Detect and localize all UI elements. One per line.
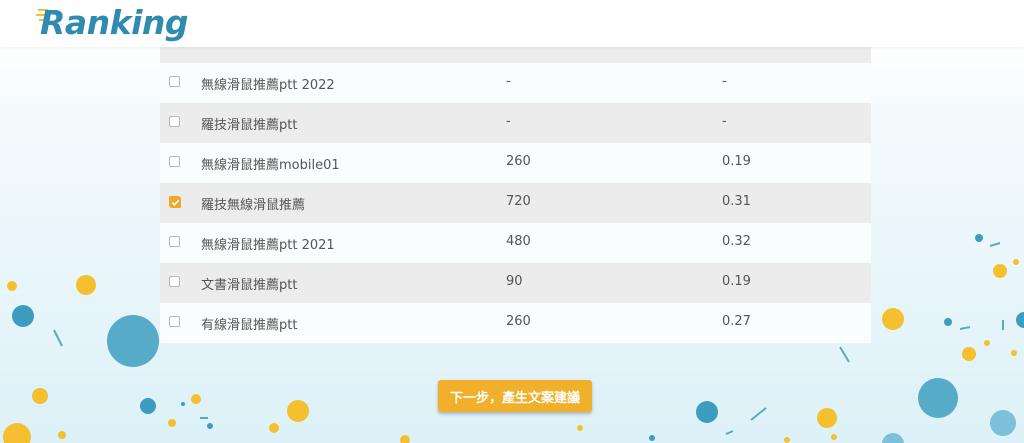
- search-volume-cell: 720: [506, 194, 531, 209]
- keyword-cell: 羅技無線滑鼠推薦: [201, 198, 306, 213]
- row-checkbox[interactable]: [169, 156, 180, 167]
- row-checkbox-checked[interactable]: [169, 196, 181, 208]
- logo-text: Ranking: [40, 3, 189, 42]
- search-volume-cell: 260: [506, 314, 531, 329]
- table-row[interactable]: 無線滑鼠推薦ptt 2022 - -: [160, 63, 871, 103]
- keyword-cell: 有線滑鼠推薦ptt: [201, 318, 298, 333]
- table-row[interactable]: 羅技滑鼠推薦ptt - -: [160, 103, 871, 143]
- keyword-cell: 無線滑鼠推薦ptt 2022: [201, 78, 335, 93]
- search-volume-cell: 90: [506, 274, 523, 289]
- row-checkbox[interactable]: [169, 276, 180, 287]
- cpc-cell: -: [722, 114, 727, 129]
- cpc-cell: 0.32: [722, 234, 751, 249]
- keyword-cell: 無線滑鼠推薦mobile01: [201, 158, 340, 173]
- table-row[interactable]: 羅技無線滑鼠推薦 720 0.31: [160, 183, 871, 223]
- keyword-cell: 無線滑鼠推薦ptt 2021: [201, 238, 335, 253]
- next-generate-copy-button[interactable]: 下一步，產生文案建議: [438, 380, 592, 412]
- search-volume-cell: -: [506, 74, 511, 89]
- table-row[interactable]: 無線滑鼠推薦mobile01 260 0.19: [160, 143, 871, 183]
- search-volume-cell: 480: [506, 234, 531, 249]
- table-row[interactable]: 文書滑鼠推薦ptt 90 0.19: [160, 263, 871, 303]
- cpc-cell: 0.19: [722, 274, 751, 289]
- checkmark-icon: [170, 197, 181, 208]
- cpc-cell: 0.31: [722, 194, 751, 209]
- table-row[interactable]: 無線滑鼠推薦ptt 2021 480 0.32: [160, 223, 871, 263]
- cpc-cell: 0.27: [722, 314, 751, 329]
- top-navigation-bar: Ranking: [0, 0, 1024, 47]
- row-checkbox[interactable]: [169, 236, 180, 247]
- row-checkbox[interactable]: [169, 76, 180, 87]
- keyword-cell: 文書滑鼠推薦ptt: [201, 278, 298, 293]
- cpc-cell: 0.19: [722, 154, 751, 169]
- keyword-table: 無線滑鼠推薦ptt 2022 - - 羅技滑鼠推薦ptt - - 無線滑鼠推薦m…: [160, 47, 871, 343]
- table-row-partial: [160, 47, 871, 63]
- ranking-logo[interactable]: Ranking: [36, 2, 189, 46]
- table-row[interactable]: 有線滑鼠推薦ptt 260 0.27: [160, 303, 871, 343]
- row-checkbox[interactable]: [169, 116, 180, 127]
- keyword-cell: 羅技滑鼠推薦ptt: [201, 118, 298, 133]
- search-volume-cell: -: [506, 114, 511, 129]
- cpc-cell: -: [722, 74, 727, 89]
- search-volume-cell: 260: [506, 154, 531, 169]
- row-checkbox[interactable]: [169, 316, 180, 327]
